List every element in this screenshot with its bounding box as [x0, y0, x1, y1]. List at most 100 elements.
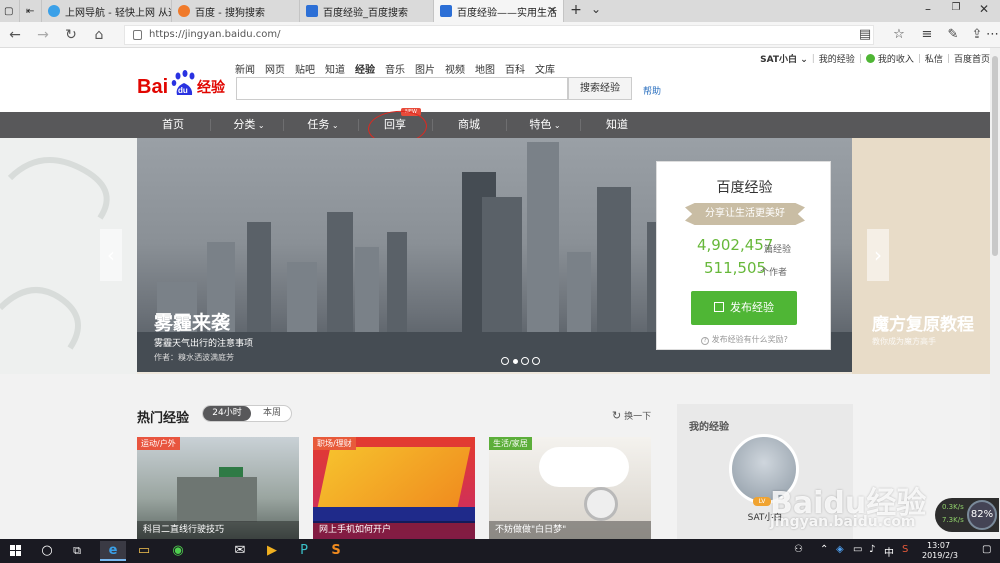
nav-zhidao-label: 知道 — [606, 118, 628, 131]
file-explorer-icon[interactable]: ▭ — [134, 541, 154, 561]
home-icon[interactable]: ⌂ — [90, 26, 108, 44]
username-link[interactable]: SAT小白 ⌄ — [760, 52, 808, 65]
notification-icon[interactable]: ▢ — [982, 544, 991, 555]
publish-experience-button[interactable]: 发布经验 — [691, 291, 797, 325]
help-link[interactable]: 帮助 — [643, 84, 661, 97]
windows-start-icon[interactable] — [10, 545, 22, 557]
topnav-item-9[interactable]: 百科 — [505, 61, 525, 76]
scrollbar-thumb[interactable] — [992, 56, 998, 256]
hot-item-card[interactable]: 职场/理财 网上手机如何开户 — [313, 437, 475, 539]
topnav-item-5[interactable]: 音乐 — [385, 61, 405, 76]
sogou-ime-icon[interactable]: S — [902, 544, 908, 555]
network-speed-widget[interactable]: 0.3K/s 7.3K/s 82% — [935, 498, 999, 532]
more-menu-icon[interactable]: ⋯ — [986, 26, 999, 44]
pen-note-icon[interactable]: ✎ — [944, 26, 962, 44]
carousel-dot[interactable] — [532, 357, 540, 365]
new-tab-button[interactable]: + — [566, 2, 586, 20]
clock-time[interactable]: 13:07 — [927, 541, 950, 550]
favorites-star-icon[interactable]: ☆ — [890, 26, 908, 44]
topnav-item-3[interactable]: 知道 — [325, 61, 345, 76]
task-view-icon[interactable]: ⧉ — [67, 541, 87, 561]
nav-mall[interactable]: 商城 — [446, 112, 492, 138]
carousel-prev-arrow-icon[interactable]: ‹ — [100, 229, 122, 281]
volume-icon[interactable]: ♪ — [869, 544, 875, 555]
ime-indicator[interactable]: 中 — [884, 544, 894, 559]
browser-tab-3[interactable]: 百度经验_百度搜索 — [300, 0, 434, 22]
refresh-label: 换一下 — [624, 412, 652, 422]
minimize-window-icon[interactable]: – — [918, 2, 938, 20]
nav-category[interactable]: 分类 ⌄ — [224, 112, 274, 138]
divider: | — [811, 53, 815, 64]
experience-count-unit: 篇经验 — [764, 245, 792, 255]
side-banner-title[interactable]: 魔方复原教程 — [872, 310, 974, 335]
baidu-jingyan-logo[interactable]: Bai du 经验 — [137, 68, 229, 98]
back-arrow-icon[interactable]: ← — [6, 26, 24, 44]
nav-home[interactable]: 首页 — [150, 112, 196, 138]
carousel-next-arrow-icon[interactable]: › — [867, 229, 889, 281]
topnav-item-4[interactable]: 经验 — [355, 61, 375, 76]
baidu-home-link[interactable]: 百度首页 — [954, 52, 990, 65]
iqiyi-app-icon[interactable]: ◉ — [168, 541, 188, 561]
tab-aside-icon: ⇤ — [26, 5, 35, 17]
toggle-week[interactable]: 本周 — [255, 406, 289, 421]
tab-favicon-icon — [48, 5, 60, 17]
topnav-item-10[interactable]: 文库 — [535, 61, 555, 76]
reward-question-link[interactable]: ? 发布经验有什么奖励? — [657, 334, 832, 345]
mail-icon[interactable]: ✉ — [230, 541, 250, 561]
time-range-toggle[interactable]: 24小时 本周 — [202, 405, 292, 422]
url-field[interactable]: https://jingyan.baidu.com/ — [124, 25, 874, 45]
cortana-search-icon[interactable]: ○ — [37, 541, 57, 561]
nav-featured[interactable]: 特色 ⌄ — [520, 112, 570, 138]
carousel-dot[interactable] — [501, 357, 509, 365]
share-icon[interactable]: ⇪ — [968, 26, 986, 44]
browser-tab-label: 上网导航 - 轻快上网 从这里 — [65, 7, 171, 19]
divider — [283, 119, 284, 131]
media-player-icon[interactable]: ▶ — [262, 541, 282, 561]
category-tag: 运动/户外 — [137, 437, 180, 450]
reading-view-icon[interactable]: ▤ — [856, 26, 874, 44]
maximize-window-icon[interactable]: ❐ — [946, 2, 966, 20]
toggle-24h[interactable]: 24小时 — [203, 406, 251, 421]
forward-arrow-icon[interactable]: → — [34, 26, 52, 44]
close-window-icon[interactable]: ✕ — [974, 2, 994, 20]
refresh-icon[interactable]: ↻ — [62, 26, 80, 44]
topnav-item-7[interactable]: 视频 — [445, 61, 465, 76]
search-button[interactable]: 搜索经验 — [568, 77, 632, 100]
browser-tab-2[interactable]: 百度 - 搜狗搜索 — [172, 0, 300, 22]
tray-expand-icon[interactable]: ⌃ — [820, 544, 828, 555]
network-icon[interactable]: ▭ — [853, 544, 862, 555]
my-income-link[interactable]: 我的收入 — [878, 52, 914, 65]
search-input[interactable] — [236, 77, 568, 100]
hot-item-card[interactable]: 生活/家居 不妨做做"白日梦" — [489, 437, 651, 539]
topnav-item-8[interactable]: 地图 — [475, 61, 495, 76]
carousel-dot[interactable] — [521, 357, 529, 365]
tab-preview-icon[interactable]: ▢ — [0, 0, 20, 22]
people-icon[interactable]: ⚇ — [794, 544, 803, 555]
topnav-item-0[interactable]: 新闻 — [235, 61, 255, 76]
pdf-reader-icon[interactable]: P — [294, 541, 314, 561]
hub-icon[interactable]: ≡ — [918, 26, 936, 44]
topnav-item-2[interactable]: 贴吧 — [295, 61, 315, 76]
edge-browser-icon[interactable]: e — [100, 541, 126, 561]
sublime-icon[interactable]: S — [326, 541, 346, 561]
browser-tab-1[interactable]: 上网导航 - 轻快上网 从这里 — [42, 0, 172, 22]
chevron-down-icon: ⌄ — [551, 121, 561, 130]
nav-task[interactable]: 任务 ⌄ — [298, 112, 348, 138]
hot-item-card[interactable]: 运动/户外 科目二直线行驶技巧 — [137, 437, 299, 539]
refresh-button[interactable]: ↻ 换一下 — [612, 409, 651, 422]
messages-link[interactable]: 私信 — [925, 52, 943, 65]
topnav-item-6[interactable]: 图片 — [415, 61, 435, 76]
browser-tab-4[interactable]: 百度经验——实用生活 ✕ — [434, 0, 564, 22]
tab-back-icon[interactable]: ⇤ — [20, 0, 42, 22]
close-tab-icon[interactable]: ✕ — [548, 4, 557, 17]
banner-title[interactable]: 雾霾来袭 — [154, 308, 230, 335]
tab-list-button[interactable]: ⌄ — [586, 2, 606, 20]
security-shield-icon[interactable]: ◈ — [836, 544, 844, 555]
topnav-item-1[interactable]: 网页 — [265, 61, 285, 76]
nav-zhidao[interactable]: 知道 — [594, 112, 640, 138]
carousel-dot-active[interactable] — [513, 359, 518, 364]
svg-text:Bai: Bai — [137, 76, 168, 98]
my-experience-link[interactable]: 我的经验 — [819, 52, 855, 65]
page-scrollbar[interactable] — [990, 48, 1000, 539]
clock-date[interactable]: 2019/2/3 — [922, 551, 958, 560]
